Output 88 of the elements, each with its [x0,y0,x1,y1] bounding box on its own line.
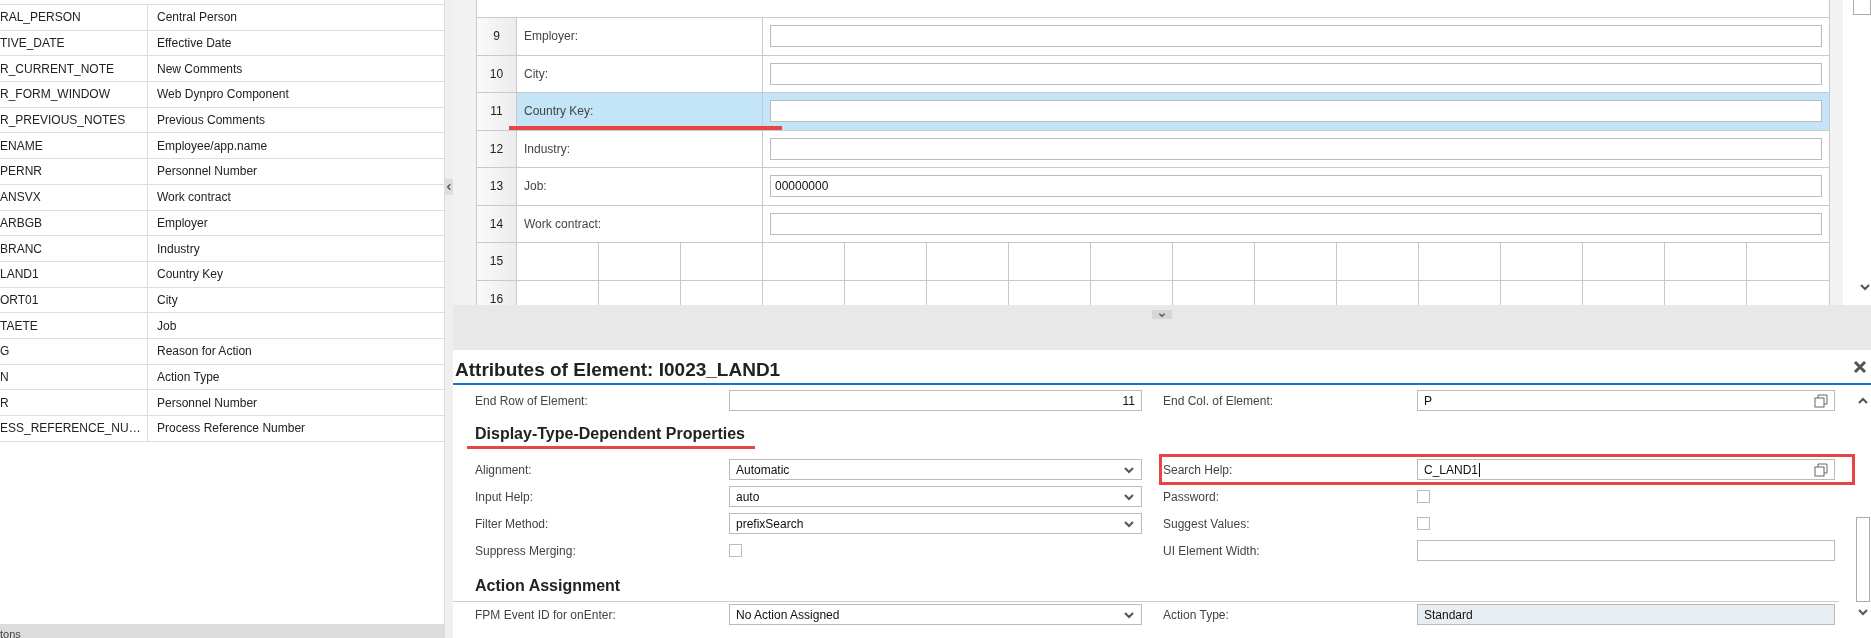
field-label: Password: [1162,489,1221,504]
table-cell: PERNR [0,159,148,184]
grid-row[interactable]: 15 [477,243,1830,281]
dropdown-field[interactable]: auto [729,486,1142,507]
field-label: Alignment: [474,462,533,477]
input-field[interactable]: P [1417,390,1835,411]
field-label: FPM Event ID for onEnter: [474,607,617,622]
input-field[interactable] [770,25,1823,48]
table-cell: TIVE_DATE [0,30,148,56]
row-number: 16 [477,280,517,305]
close-button[interactable] [1853,359,1867,374]
table-cell-text: Process Reference Number [156,420,307,438]
table-cell-text: Action Type [156,368,221,386]
collapse-handle[interactable] [445,179,453,195]
table-cell-text: Effective Date [156,35,233,53]
table-cell: R_CURRENT_NOTE [0,56,148,82]
row-number: 15 [477,243,517,280]
table-cell: ANSVX [0,184,148,210]
row-number: 9 [477,18,517,55]
row-number: 12 [477,130,517,167]
input-field[interactable] [770,212,1823,235]
section-heading: Action Assignment [474,576,622,596]
input-field[interactable] [1417,540,1835,561]
table-cell: ORT01 [0,287,148,313]
input-field[interactable]: C_LAND1 [1417,459,1835,480]
field-label: Suggest Values: [1162,516,1251,531]
table-cell-text: Central Person [156,9,239,27]
splitter-handle[interactable] [1152,310,1172,319]
table-cell: ENAME [0,133,148,159]
row-number: 11 [477,93,517,130]
table-cell: R_FORM_WINDOW [0,82,148,107]
table-cell: RAL_PERSON [0,5,148,30]
field-label: UI Element Width: [1162,543,1261,558]
input-field[interactable] [770,62,1823,85]
field-label: Filter Method: [474,516,550,531]
dropdown-field[interactable]: Automatic [729,459,1142,480]
field-label: Suppress Merging: [474,543,577,558]
table-cell-text: City [156,291,179,309]
table-cell-text: New Comments [156,60,244,78]
table-cell-text: Work contract [156,189,232,207]
scroll-down-icon[interactable] [1859,281,1871,293]
table-cell: R [0,390,148,415]
panel-title: Attributes of Element: I0023_LAND1 [455,358,781,381]
table-cell-text: Employer [156,214,209,232]
scrollbar-thumb[interactable] [1856,517,1870,602]
table-cell-text: Personnel Number [156,394,259,412]
table-cell-text: Personnel Number [156,163,259,181]
dropdown-field[interactable]: prefixSearch [729,513,1142,534]
table-cell-text: Industry [156,240,201,258]
row-number: 13 [477,168,517,205]
row-number: 14 [477,205,517,242]
table-cell: ARBGB [0,210,148,236]
section-heading: Display-Type-Dependent Properties [467,424,755,449]
table-cell: R_PREVIOUS_NOTES [0,107,148,133]
table-cell-text: Web Dynpro Component [156,86,290,104]
readonly-field: Standard [1417,604,1835,625]
checkbox[interactable] [1417,490,1430,503]
table-cell-text: Job [156,317,178,335]
scroll-down-icon[interactable] [1857,606,1869,618]
scrollbar-thumb[interactable] [1853,0,1871,15]
text-cursor [1479,462,1481,477]
field-label: Action Type: [1162,607,1230,622]
row-number: 10 [477,55,517,92]
footer-label: tons [0,627,21,638]
table-cell: BRANC [0,236,148,261]
table-cell-text: Country Key [156,266,225,284]
dropdown-field[interactable]: No Action Assigned [729,604,1142,625]
input-field[interactable] [770,137,1823,160]
field-label: Input Help: [474,489,535,504]
grid-row[interactable]: 16 [477,280,1830,305]
input-field[interactable]: 11 [729,390,1142,411]
table-cell-text: Employee/app.name [156,137,269,155]
table-cell: G [0,338,148,364]
field-label: Search Help: [1162,462,1234,477]
input-field[interactable]: 00000000 [770,175,1823,198]
table-cell-text: Previous Comments [156,112,267,130]
value-help-icon[interactable] [1814,462,1828,477]
value-help-icon[interactable] [1814,393,1828,408]
checkbox[interactable] [729,544,742,557]
field-label: End Col. of Element: [1162,393,1275,408]
input-field[interactable] [770,100,1823,123]
checkbox[interactable] [1417,517,1430,530]
table-cell-text: Reason for Action [156,343,253,361]
table-cell: TAETE [0,313,148,338]
table-cell: ESS_REFERENCE_NU… [0,416,148,441]
field-label: End Row of Element: [474,393,589,408]
table-cell: LAND1 [0,261,148,287]
table-cell: N [0,364,148,390]
